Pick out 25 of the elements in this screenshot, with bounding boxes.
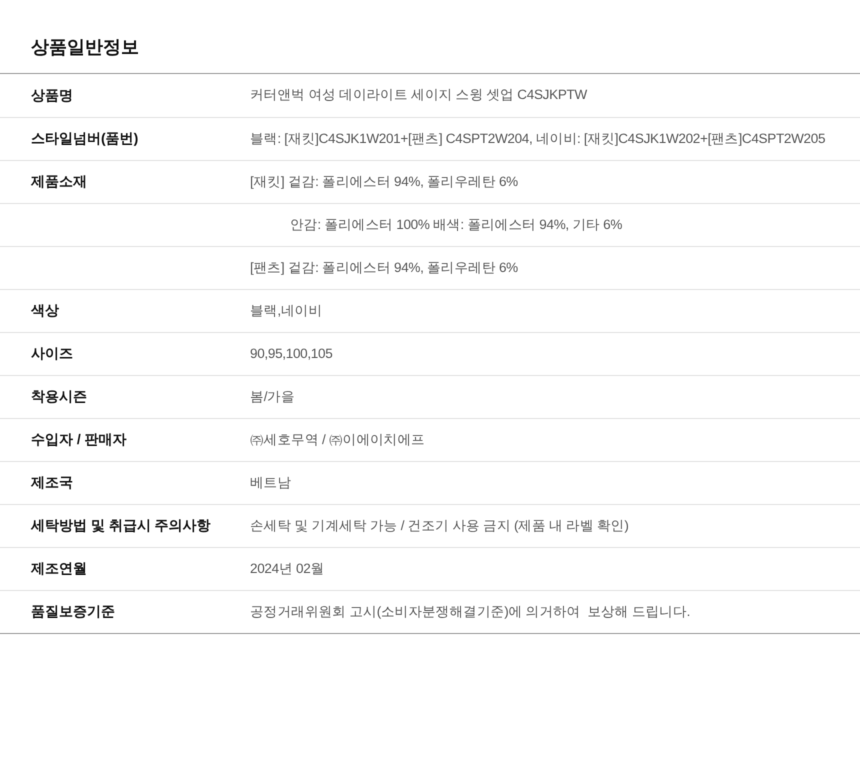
- row-value: 공정거래위원회 고시(소비자분쟁해결기준)에 의거하여 보상해 드립니다.: [250, 602, 690, 621]
- row-value: 2024년 02월: [250, 560, 324, 578]
- row-value: 90,95,100,105: [250, 344, 332, 363]
- row-label: 스타일넘버(품번): [31, 130, 138, 146]
- row-label: 세탁방법 및 취급시 주의사항: [31, 517, 211, 533]
- row-value: 블랙,네이비: [250, 302, 322, 320]
- row-label: 제조국: [31, 474, 73, 490]
- row-value: 블랙: [재킷]C4SJK1W201+[팬츠] C4SPT2W204, 네이비: [재킷]C4SJK1W202+[팬츠]C4SPT2W205: [250, 130, 826, 148]
- row-value: ㈜세호무역 / ㈜이에이치에프: [250, 430, 425, 449]
- row-value: [팬츠] 겉감: 폴리에스터 94%, 폴리우레탄 6%: [250, 258, 518, 277]
- section-title: 상품일반정보: [31, 36, 140, 59]
- row-value: [재킷] 겉감: 폴리에스터 94%, 폴리우레탄 6%: [250, 172, 518, 191]
- row-value: 베트남: [250, 474, 292, 492]
- row-value: 손세탁 및 기계세탁 가능 / 건조기 사용 금지 (제품 내 라벨 확인): [250, 516, 629, 535]
- row-label: 착용시즌: [31, 388, 87, 404]
- row-label: 상품명: [31, 86, 73, 102]
- row-label: 수입자 / 판매자: [31, 431, 127, 447]
- row-label: 제품소재: [31, 173, 87, 189]
- row-label: 색상: [31, 302, 59, 318]
- row-label: 사이즈: [31, 345, 73, 361]
- row-value: 안감: 폴리에스터 100% 배색: 폴리에스터 94%, 기타 6%: [289, 216, 622, 234]
- row-label: 제조연월: [31, 560, 87, 576]
- row-value: 커터앤벅 여성 데이라이트 세이지 스윙 셋업 C4SJKPTW: [250, 86, 587, 104]
- row-value: 봄/가을: [250, 388, 295, 406]
- row-label: 품질보증기준: [31, 603, 115, 619]
